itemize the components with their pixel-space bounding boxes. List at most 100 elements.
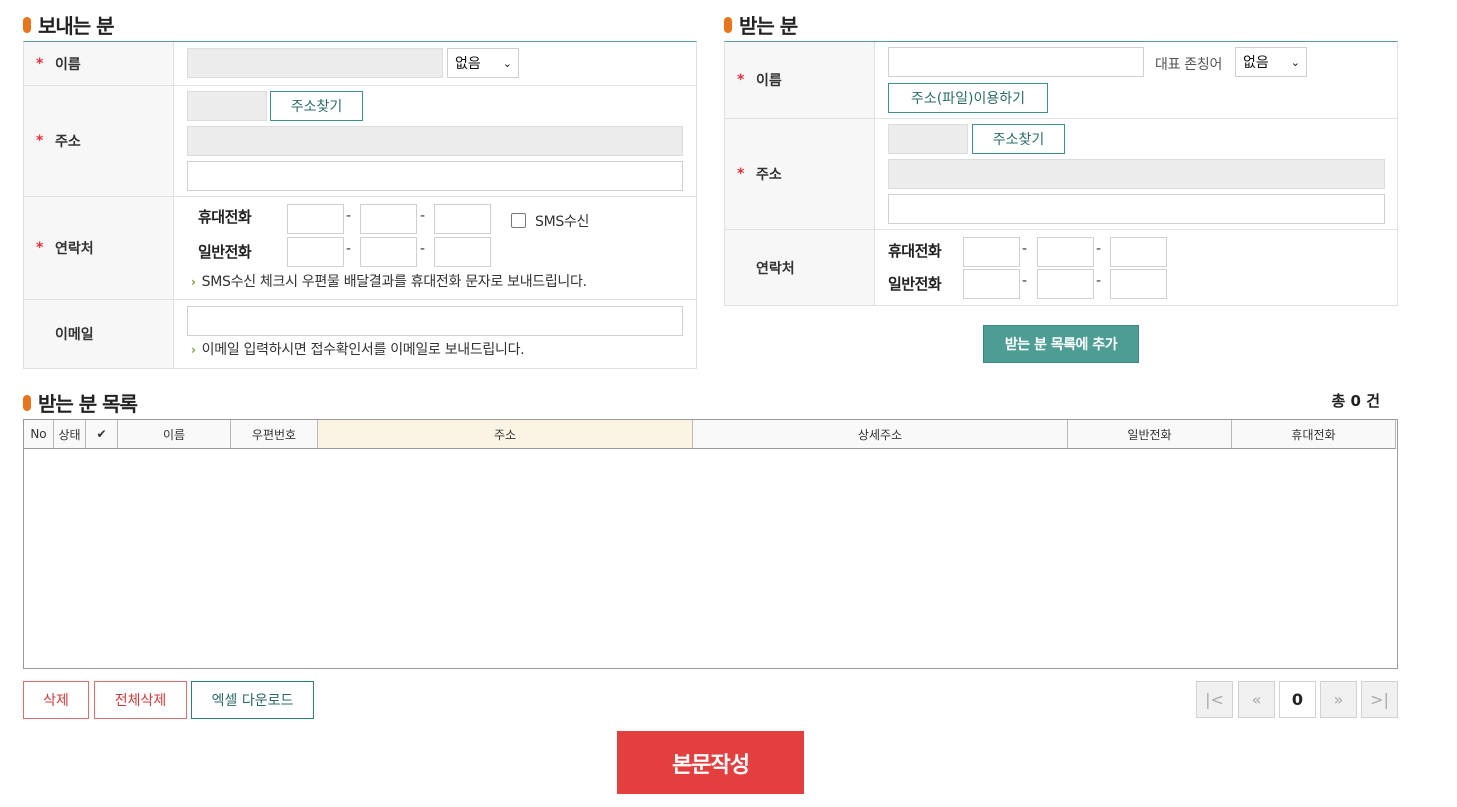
- list-title-text: 받는 분 목록: [38, 392, 138, 416]
- recipient-mobile-3[interactable]: [1110, 237, 1167, 267]
- recipient-zipcode-input[interactable]: [888, 124, 968, 154]
- sender-honorific-select[interactable]: 없음 ⌄: [447, 48, 519, 78]
- col-detail-address[interactable]: 상세주소: [693, 420, 1068, 448]
- sender-name-label: * 이름: [24, 42, 174, 85]
- dash: -: [420, 208, 426, 224]
- recipient-landline-1[interactable]: [963, 269, 1020, 299]
- recipient-address-row: * 주소 주소찾기: [725, 119, 1397, 230]
- recipient-landline-3[interactable]: [1110, 269, 1167, 299]
- sender-name-input[interactable]: [187, 48, 443, 78]
- sender-address-label-text: 주소: [55, 134, 81, 150]
- col-mobile[interactable]: 휴대전화: [1232, 420, 1396, 448]
- sms-checkbox[interactable]: [511, 213, 526, 228]
- dash: -: [346, 208, 352, 224]
- sender-form: * 이름 없음 ⌄ * 주소 주소찾기 * 연락처 휴대전화 - - SMS수신: [23, 41, 697, 369]
- sender-email-input[interactable]: [187, 306, 683, 336]
- email-note-text: 이메일 입력하시면 접수확인서를 이메일로 보내드립니다.: [201, 342, 525, 358]
- recipient-form: * 이름 대표 존칭어 없음 ⌄ 주소(파일)이용하기 * 주소 주소찾기 연락…: [724, 41, 1398, 306]
- chevron-down-icon: ⌄: [1290, 55, 1300, 69]
- col-check-icon[interactable]: ✔: [86, 420, 118, 448]
- sender-contact-row: * 연락처 휴대전화 - - SMS수신 일반전화 - - › SMS수신 체크시…: [24, 197, 696, 300]
- col-address[interactable]: 주소: [318, 420, 693, 448]
- sender-name-row: * 이름 없음 ⌄: [24, 42, 696, 86]
- sender-contact-label-text: 연락처: [55, 241, 94, 257]
- sender-contact-label: * 연락처: [24, 197, 174, 299]
- dash: -: [1022, 273, 1028, 289]
- sender-address-search-button[interactable]: 주소찾기: [270, 91, 363, 121]
- dash: -: [1022, 241, 1028, 257]
- recipient-landline-2[interactable]: [1037, 269, 1094, 299]
- recipient-mobile-2[interactable]: [1037, 237, 1094, 267]
- required-icon: *: [737, 72, 745, 88]
- sender-landline-3[interactable]: [434, 237, 491, 267]
- section-bullet-icon: [724, 16, 732, 33]
- col-zipcode[interactable]: 우편번호: [231, 420, 318, 448]
- delete-button[interactable]: 삭제: [23, 681, 89, 719]
- sms-note-text: SMS수신 체크시 우편물 배달결과를 휴대전화 문자로 보내드립니다.: [201, 274, 587, 290]
- recipient-address-input[interactable]: [888, 159, 1385, 189]
- list-total-count: 총 0 건: [1331, 392, 1380, 410]
- sender-address-label: * 주소: [24, 86, 174, 196]
- note-arrow-icon: ›: [191, 275, 196, 289]
- sender-mobile-1[interactable]: [287, 204, 344, 234]
- recipient-name-input[interactable]: [888, 47, 1144, 77]
- recipient-address-search-button[interactable]: 주소찾기: [972, 124, 1065, 154]
- note-arrow-icon: ›: [191, 343, 196, 357]
- prev-page-button[interactable]: «: [1238, 681, 1275, 718]
- chevron-down-icon: ⌄: [502, 56, 512, 70]
- required-icon: *: [36, 240, 44, 256]
- recipient-title-text: 받는 분: [739, 14, 798, 38]
- sender-landline-label: 일반전화: [198, 243, 252, 261]
- recipient-name-label-text: 이름: [756, 73, 782, 89]
- recipient-honorific-select[interactable]: 없음 ⌄: [1235, 47, 1307, 77]
- sender-address-input[interactable]: [187, 126, 683, 156]
- last-page-button[interactable]: >|: [1361, 681, 1398, 718]
- first-page-button[interactable]: |<: [1196, 681, 1233, 718]
- add-to-recipient-list-button[interactable]: 받는 분 목록에 추가: [983, 325, 1139, 363]
- recipient-honorific-label: 대표 존칭어: [1155, 57, 1223, 73]
- recipient-name-label: * 이름: [725, 42, 875, 118]
- sender-landline-2[interactable]: [360, 237, 417, 267]
- compose-body-button[interactable]: 본문작성: [617, 731, 804, 794]
- recipient-landline-label: 일반전화: [888, 275, 942, 293]
- required-icon: *: [737, 166, 745, 182]
- email-note: › 이메일 입력하시면 접수확인서를 이메일로 보내드립니다.: [191, 339, 525, 359]
- excel-download-button[interactable]: 엑셀 다운로드: [191, 681, 314, 719]
- next-page-button[interactable]: »: [1320, 681, 1357, 718]
- col-landline[interactable]: 일반전화: [1068, 420, 1232, 448]
- recipient-address-detail-input[interactable]: [888, 194, 1385, 224]
- recipient-address-label: * 주소: [725, 119, 875, 229]
- recipient-contact-row: 연락처 휴대전화 - - 일반전화 - -: [725, 230, 1397, 306]
- recipient-name-row: * 이름 대표 존칭어 없음 ⌄ 주소(파일)이용하기: [725, 42, 1397, 119]
- list-header: No 상태 ✔ 이름 우편번호 주소 상세주소 일반전화 휴대전화: [24, 420, 1396, 449]
- list-section-title: 받는 분 목록: [23, 388, 138, 417]
- sender-email-row: 이메일 › 이메일 입력하시면 접수확인서를 이메일로 보내드립니다.: [24, 300, 696, 369]
- sender-name-label-text: 이름: [55, 56, 81, 73]
- recipient-mobile-label: 휴대전화: [888, 242, 942, 260]
- sender-address-row: * 주소 주소찾기: [24, 86, 696, 197]
- col-name[interactable]: 이름: [118, 420, 231, 448]
- recipient-address-label-text: 주소: [756, 167, 782, 183]
- sender-honorific-value: 없음: [455, 56, 481, 72]
- col-no[interactable]: No: [24, 420, 54, 448]
- recipient-honorific-value: 없음: [1243, 55, 1269, 71]
- sender-mobile-2[interactable]: [360, 204, 417, 234]
- recipient-contact-label: 연락처: [725, 230, 875, 305]
- dash: -: [346, 241, 352, 257]
- dash: -: [420, 241, 426, 257]
- col-status[interactable]: 상태: [54, 420, 86, 448]
- sender-address-detail-input[interactable]: [187, 161, 683, 191]
- required-icon: *: [36, 133, 44, 149]
- delete-all-button[interactable]: 전체삭제: [94, 681, 187, 719]
- address-file-button[interactable]: 주소(파일)이용하기: [888, 83, 1048, 113]
- recipient-mobile-1[interactable]: [963, 237, 1020, 267]
- sender-mobile-3[interactable]: [434, 204, 491, 234]
- required-icon: *: [36, 55, 44, 72]
- recipient-section-title: 받는 분: [724, 10, 798, 39]
- dash: -: [1096, 273, 1102, 289]
- sender-email-label: 이메일: [24, 300, 174, 368]
- sender-mobile-label: 휴대전화: [198, 208, 252, 226]
- sender-landline-1[interactable]: [287, 237, 344, 267]
- current-page: 0: [1279, 681, 1316, 718]
- sender-zipcode-input[interactable]: [187, 91, 267, 121]
